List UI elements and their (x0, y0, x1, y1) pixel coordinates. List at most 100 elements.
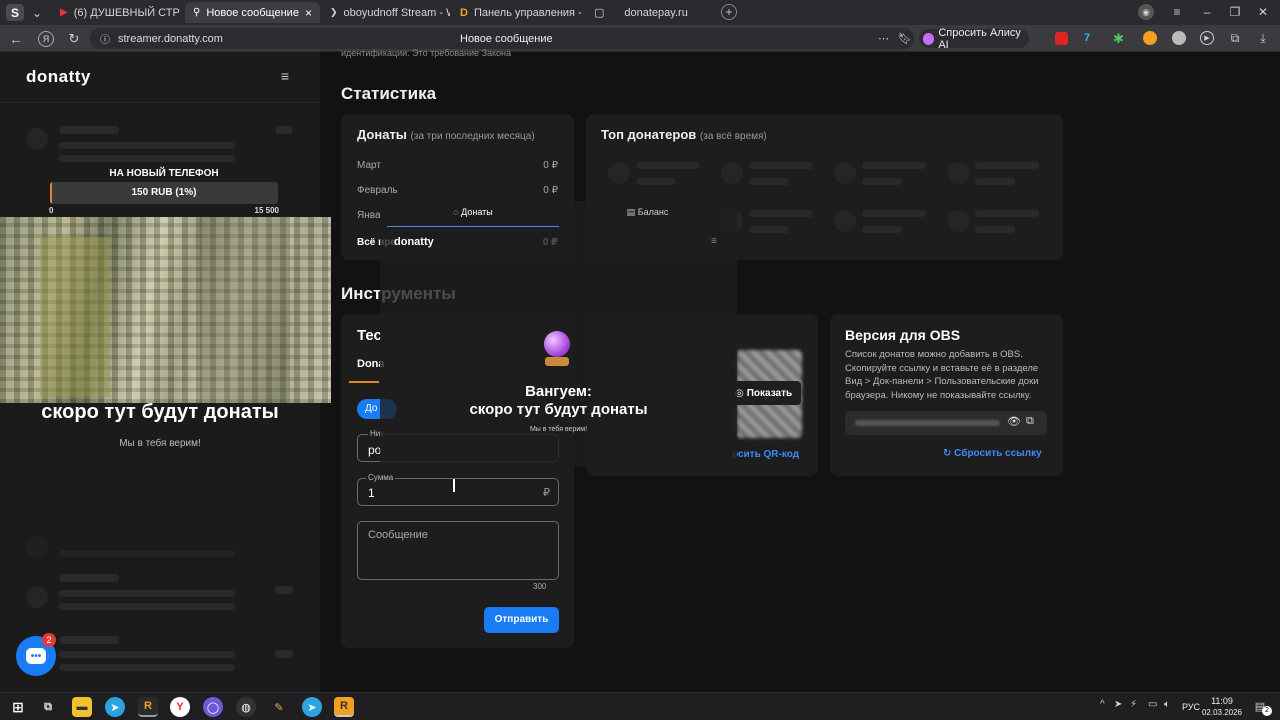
start-icon[interactable]: ⊞ (8, 697, 28, 717)
chevron-down-icon[interactable]: ⌄ (29, 4, 45, 21)
restore-icon[interactable]: ❐ (1228, 4, 1242, 20)
tab-label: oboyudnoff Stream - Wat (343, 6, 450, 19)
refresh-icon: ↻ (943, 448, 952, 459)
overlay-title-line1: Вангуем: (525, 383, 592, 400)
goal-title: НА НОВЫЙ ТЕЛЕФОН (109, 168, 219, 179)
clock-time[interactable]: 11:09 (1204, 696, 1240, 706)
tray-network-icon[interactable]: ▭ (1148, 699, 1157, 710)
telegram-icon[interactable]: ➤ (105, 697, 125, 717)
clock-date[interactable]: 02.03.2026 (1200, 708, 1244, 717)
close-window-icon[interactable]: ✕ (1256, 4, 1270, 20)
tab-oboyudnoff[interactable]: ❯ oboyudnoff Stream - Wat (322, 2, 450, 23)
obs-link-blurred (855, 420, 1000, 426)
pen-app-icon[interactable]: ✎ (269, 697, 289, 717)
skeleton-line (862, 162, 926, 169)
tab-control-panel[interactable]: D Панель управления - Don (452, 2, 582, 23)
mouse-cursor (453, 479, 455, 492)
donations-card-subtitle: (за три последних месяца) (410, 131, 535, 142)
app-r-active-icon[interactable]: R (334, 697, 354, 717)
widget-preview-headline: скоро тут будут донаты (41, 401, 279, 423)
obs-icon[interactable]: ◍ (236, 697, 256, 717)
minimize-icon[interactable]: – (1200, 4, 1214, 20)
play-icon[interactable]: ▶ (1200, 31, 1214, 45)
sum-value: 1 (368, 486, 375, 500)
support-chat-button[interactable]: ••• 2 (16, 633, 56, 676)
overlay-filter-icon[interactable]: ≡ (711, 236, 717, 247)
yandex-browser-icon[interactable]: Y (170, 697, 190, 717)
language-indicator[interactable]: РУС (1182, 702, 1200, 712)
profile-icon[interactable]: ◉ (1138, 4, 1154, 20)
overlay-tab-balance[interactable]: ▤ Баланс (565, 207, 730, 227)
donatty-logo[interactable]: donatty (26, 67, 91, 87)
task-view-icon[interactable]: ⧉ (38, 697, 58, 717)
overlay-tab-donations[interactable]: ◌ Донаты (387, 207, 559, 227)
url-field[interactable]: ⓘ streamer.donatty.com Новое сообщение ⋯… (90, 28, 914, 49)
tray-chevron-icon[interactable]: ^ (1100, 699, 1105, 710)
extension-star-icon[interactable]: ✱ (1113, 31, 1127, 46)
extension-7tv-icon[interactable]: 7 (1084, 32, 1098, 45)
goal-value: 150 RUB (1%) (131, 187, 197, 198)
sum-field[interactable]: Сумма 1 ₽ (357, 473, 559, 506)
obs-link-field[interactable]: 👁︎ ⧉ (845, 411, 1047, 435)
obs-card-title: Версия для OBS (845, 327, 961, 343)
downloads-icon[interactable]: ⤓ (1256, 31, 1270, 45)
reset-link-button[interactable]: ↻ Сбросить ссылку (943, 448, 1042, 459)
obs-card: Версия для OBS Список донатов можно доба… (830, 314, 1063, 476)
vpn-icon[interactable] (1172, 31, 1186, 45)
eye-icon[interactable]: 👁︎ (1007, 415, 1021, 428)
message-field[interactable]: Сообщение (357, 521, 559, 580)
skeleton-line (59, 550, 235, 557)
tray-usb-icon[interactable]: ⚡︎ (1130, 699, 1137, 710)
skeleton-line (636, 162, 700, 169)
app-r-icon[interactable]: R (138, 697, 158, 717)
divider (0, 102, 320, 103)
sum-label: Сумма (366, 473, 396, 482)
menu-icon[interactable]: ≡ (1170, 4, 1184, 20)
tab-label: Панель управления - Don (473, 6, 582, 19)
chat-badge: 2 (42, 633, 56, 647)
yandex-protect-icon[interactable]: Я (38, 31, 54, 47)
skeleton-avatar (721, 162, 743, 184)
tab-stream[interactable]: ▶ (6) ДУШЕВНЫЙ СТРИМ (52, 2, 180, 23)
page-title-label: Новое сообщение (460, 32, 553, 45)
telegram-2-icon[interactable]: ➤ (302, 697, 322, 717)
chat-bubble-icon: ◌ (453, 207, 459, 217)
goal-min: 0 (49, 206, 54, 215)
notifications-badge: 2 (1262, 706, 1272, 716)
extension-red-icon[interactable] (1055, 32, 1068, 45)
reload-icon[interactable]: ↻ (66, 31, 82, 47)
show-qr-button[interactable]: ◎ Показать (731, 381, 801, 405)
back-icon[interactable]: ← (8, 31, 24, 47)
copy-icon[interactable]: ⧉ (1026, 415, 1034, 428)
row-value: 0 ₽ (543, 185, 558, 196)
obs-like-icon[interactable]: ◯ (203, 697, 223, 717)
tab-label: (6) ДУШЕВНЫЙ СТРИМ (73, 6, 180, 19)
new-tab-icon[interactable]: + (721, 4, 737, 20)
tab-new-message[interactable]: ⚲ Новое сообщение × (185, 2, 320, 23)
bookmark-icon[interactable]: 🔖︎ (898, 32, 912, 45)
tab-label: Новое сообщение (206, 6, 299, 19)
skeleton-line (59, 603, 235, 610)
tray-sound-icon[interactable]: 🔈︎ (1164, 699, 1170, 710)
tab-donatepay[interactable]: ▢ donatepay.ru (586, 2, 716, 23)
tray-telegram-icon[interactable]: ➤ (1114, 699, 1122, 710)
filter-icon[interactable]: ≡ (277, 68, 293, 84)
skeleton-line (749, 226, 789, 233)
currency-icon: ₽ (543, 487, 550, 499)
browser-menu-icon[interactable]: S (6, 4, 24, 21)
obs-card-description: Список донатов можно добавить в OBS. Ско… (845, 349, 1039, 401)
goal-progress-bar: 150 RUB (1%) (50, 182, 278, 204)
send-button[interactable]: Отправить (484, 607, 559, 633)
explorer-icon[interactable]: ▬ (72, 697, 92, 717)
reset-qr-link[interactable]: осить QR-код (732, 449, 799, 460)
site-info-icon[interactable]: ⓘ (100, 31, 110, 46)
collections-icon[interactable]: ⧉ (1228, 31, 1242, 45)
close-icon[interactable]: × (305, 6, 312, 20)
alice-icon (923, 32, 935, 45)
alice-button[interactable]: Спросить Алису AI (919, 27, 1029, 51)
extension-orange-icon[interactable] (1143, 31, 1157, 45)
skeleton-line (862, 226, 902, 233)
more-icon[interactable]: ⋯ (878, 32, 889, 45)
skeleton-avatar (834, 162, 856, 184)
goal-max: 15 500 (254, 206, 279, 215)
